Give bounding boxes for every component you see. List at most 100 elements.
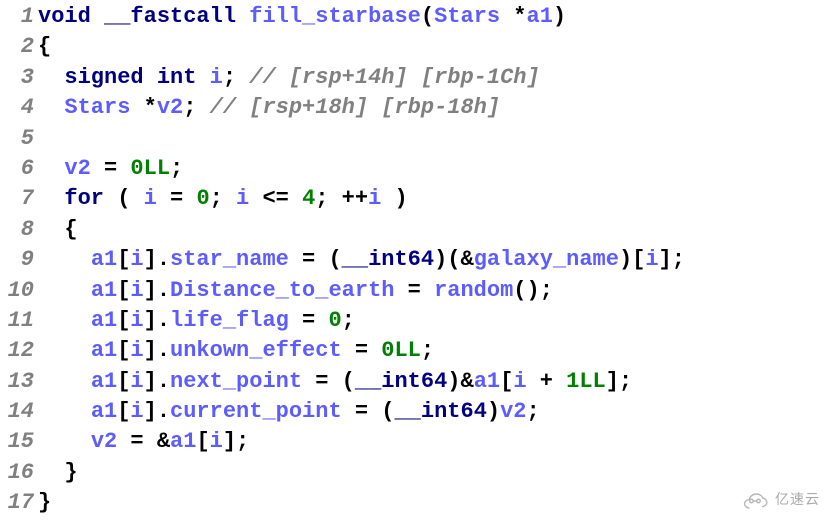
line-number: 16 [0,458,34,488]
code-line[interactable]: v2 = &a1[i]; [38,427,685,457]
code-token [196,65,209,90]
line-number: 6 [0,154,34,184]
code-token: ; [342,308,355,333]
code-token: a1 [474,369,500,394]
code-token: )(& [434,247,474,272]
code-token: = ( [302,369,355,394]
code-token: a1 [91,399,117,424]
code-token: ; [170,156,183,181]
code-token: life_flag [170,308,289,333]
code-token: v2 [64,156,90,181]
line-number: 9 [0,245,34,275]
code-line[interactable]: a1[i].star_name = (__int64)(&galaxy_name… [38,245,685,275]
line-number: 3 [0,63,34,93]
code-token: 0LL [381,338,421,363]
code-token: a1 [527,4,553,29]
code-token: = [289,308,329,333]
code-line[interactable]: Stars *v2; // [rsp+18h] [rbp-18h] [38,93,685,123]
code-token: = [157,186,197,211]
code-token: * [500,4,526,29]
code-line[interactable]: a1[i].unkown_effect = 0LL; [38,336,685,366]
code-token: current_point [170,399,342,424]
code-token [38,247,91,272]
code-line[interactable]: for ( i = 0; i <= 4; ++i ) [38,184,685,214]
code-line[interactable]: { [38,215,685,245]
code-token [38,186,64,211]
code-token: )& [447,369,473,394]
line-number: 13 [0,367,34,397]
code-token: <= [249,186,302,211]
code-token: ]. [144,308,170,333]
code-token: [ [117,338,130,363]
code-token: i [236,186,249,211]
code-token: ; ++ [315,186,368,211]
code-token: { [38,217,78,242]
line-number: 7 [0,184,34,214]
code-line[interactable]: signed int i; // [rsp+14h] [rbp-1Ch] [38,63,685,93]
code-token: a1 [91,308,117,333]
code-token: ]. [144,278,170,303]
code-token [38,369,91,394]
code-token: Stars [64,95,130,120]
code-token [38,95,64,120]
code-line[interactable]: { [38,32,685,62]
cloud-icon [741,490,769,508]
code-token: [ [117,247,130,272]
code-token: fill_starbase [249,4,421,29]
code-token: )[ [619,247,645,272]
code-line[interactable] [38,124,685,154]
code-token: } [38,490,51,515]
code-token: a1 [91,278,117,303]
code-token: i [130,338,143,363]
watermark: 亿速云 [741,484,820,514]
code-line[interactable]: a1[i].next_point = (__int64)&a1[i + 1LL]… [38,367,685,397]
code-token: } [38,460,78,485]
code-line[interactable]: a1[i].current_point = (__int64)v2; [38,397,685,427]
code-token [91,4,104,29]
code-line[interactable]: } [38,488,685,518]
code-token: i [130,247,143,272]
code-token: 0LL [130,156,170,181]
code-token: i [645,247,658,272]
code-token: 4 [302,186,315,211]
code-token: ; [421,338,434,363]
code-line[interactable]: } [38,458,685,488]
code-token: ; [183,95,209,120]
code-token: i [513,369,526,394]
code-token: ]. [144,399,170,424]
code-token [38,156,64,181]
code-token: ]; [606,369,632,394]
code-token: i [130,369,143,394]
code-token: 1LL [566,369,606,394]
code-token [38,338,91,363]
code-token: * [130,95,156,120]
code-token: (); [513,278,553,303]
code-token: i [130,399,143,424]
code-token [144,65,157,90]
line-number: 11 [0,306,34,336]
line-number: 15 [0,427,34,457]
line-number: 12 [0,336,34,366]
code-token: random [434,278,513,303]
code-line[interactable]: void __fastcall fill_starbase(Stars *a1) [38,2,685,32]
code-token: [ [196,429,209,454]
code-token: ) [487,399,500,424]
code-token: int [157,65,197,90]
code-token: for [64,186,104,211]
line-number: 1 [0,2,34,32]
line-number: 2 [0,32,34,62]
code-line[interactable]: a1[i].life_flag = 0; [38,306,685,336]
code-token: // [rsp+14h] [rbp-1Ch] [249,65,539,90]
code-body[interactable]: void __fastcall fill_starbase(Stars *a1)… [36,2,685,519]
code-line[interactable]: v2 = 0LL; [38,154,685,184]
code-token: i [368,186,381,211]
code-token: void [38,4,91,29]
code-token: i [210,429,223,454]
code-line[interactable]: a1[i].Distance_to_earth = random(); [38,276,685,306]
code-token: v2 [91,429,117,454]
code-token: __int64 [355,369,447,394]
code-token: ( [104,186,144,211]
line-number: 4 [0,93,34,123]
code-token: ]. [144,247,170,272]
line-number: 14 [0,397,34,427]
